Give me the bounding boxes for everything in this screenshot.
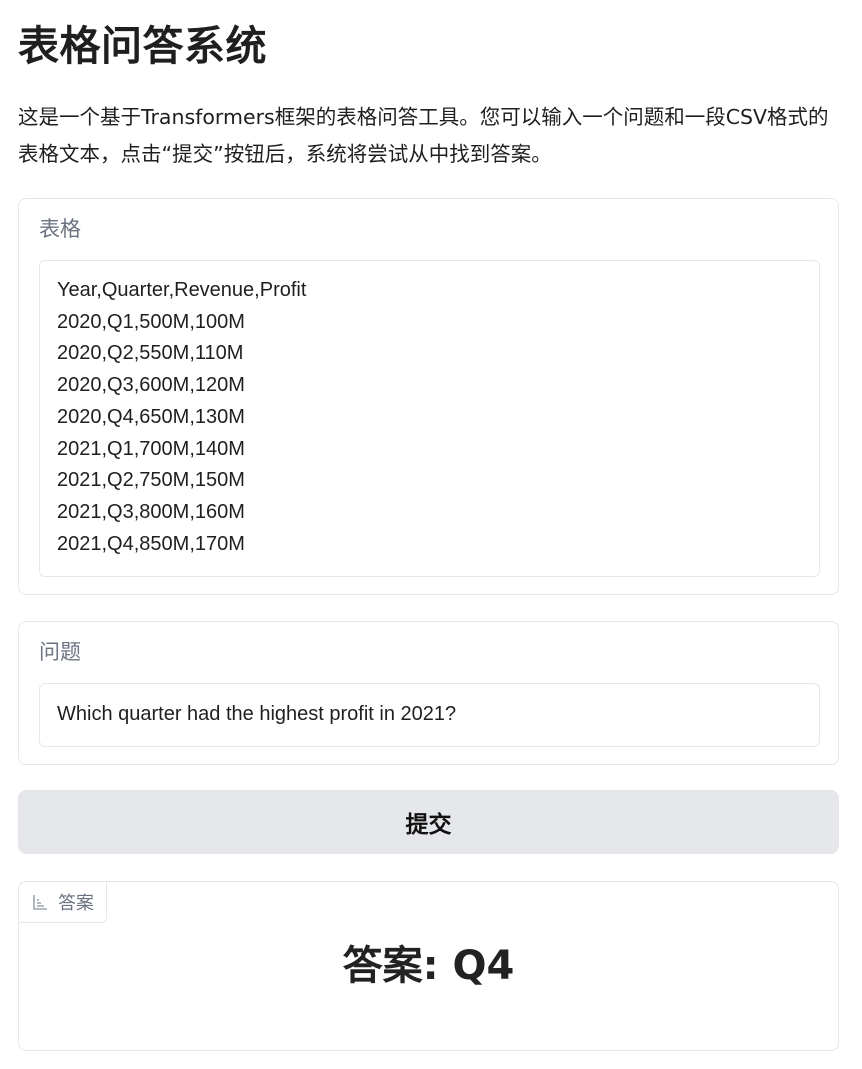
page-description: 这是一个基于Transformers框架的表格问答工具。您可以输入一个问题和一段… [18,105,829,166]
question-input[interactable]: Which quarter had the highest profit in … [39,683,820,747]
question-input-block: 问题 Which quarter had the highest profit … [18,621,839,765]
answer-output-block: 答案 答案: Q4 [18,881,839,1051]
answer-text: 答案: Q4 [342,943,515,989]
table-textarea[interactable]: Year,Quarter,Revenue,Profit 2020,Q1,500M… [39,260,820,577]
submit-button[interactable]: 提交 [18,790,839,854]
page-title: 表格问答系统 [18,22,267,70]
output-icon [32,894,48,910]
answer-tab: 答案 [18,881,107,923]
table-input-block: 表格 Year,Quarter,Revenue,Profit 2020,Q1,5… [18,198,839,595]
answer-tab-label: 答案 [58,893,94,914]
table-input-label: 表格 [39,217,81,241]
question-input-label: 问题 [39,640,81,664]
